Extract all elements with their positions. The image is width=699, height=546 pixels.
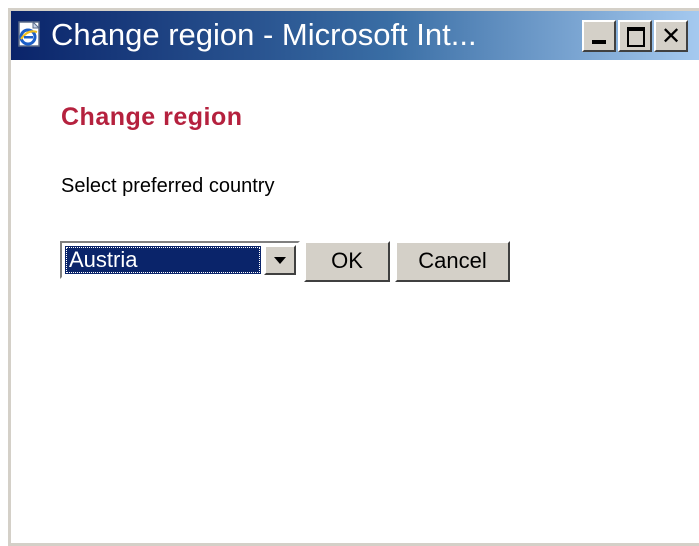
window-title: Change region - Microsoft Int... xyxy=(51,17,477,52)
title-bar[interactable]: Change region - Microsoft Int... ✕ xyxy=(11,11,699,60)
country-select-value[interactable]: Austria xyxy=(65,246,261,274)
close-icon: ✕ xyxy=(660,22,682,50)
country-select[interactable]: Austria xyxy=(60,241,300,279)
minimize-icon xyxy=(592,40,606,44)
ie-page-icon xyxy=(15,20,45,50)
chevron-down-icon xyxy=(274,257,286,264)
maximize-icon xyxy=(627,27,645,47)
minimize-button[interactable] xyxy=(582,20,616,52)
dialog-content: Change region Select preferred country A… xyxy=(11,60,699,543)
browser-window: Change region - Microsoft Int... ✕ Chang… xyxy=(8,8,699,546)
cancel-button[interactable]: Cancel xyxy=(395,241,510,282)
country-label: Select preferred country xyxy=(61,175,275,197)
window-controls: ✕ xyxy=(582,20,690,52)
page-title: Change region xyxy=(61,103,243,131)
maximize-button[interactable] xyxy=(618,20,652,52)
ok-button[interactable]: OK xyxy=(304,241,390,282)
close-button[interactable]: ✕ xyxy=(654,20,688,52)
dropdown-button[interactable] xyxy=(264,245,296,275)
